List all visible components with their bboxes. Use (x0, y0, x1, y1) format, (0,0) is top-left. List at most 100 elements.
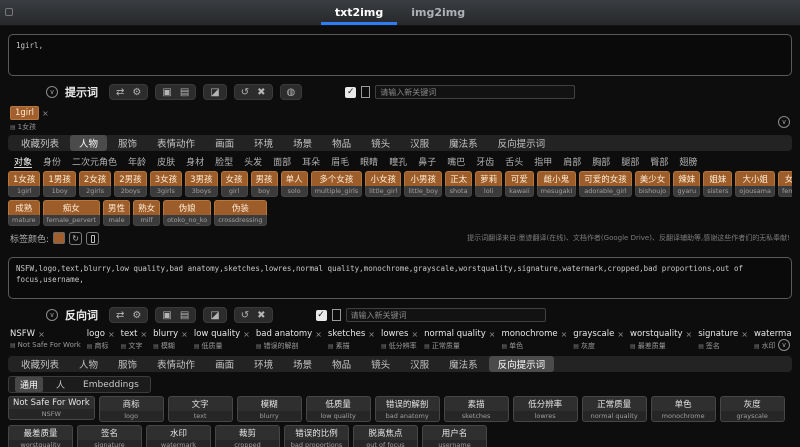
negative-chip-text[interactable]: worstquality (630, 329, 683, 339)
prompt-tag-button[interactable]: 伪装 crossdressing (214, 200, 267, 226)
prompt-tag-button[interactable]: 女孩 girl (220, 171, 248, 197)
category-tab[interactable]: 汉服 (401, 356, 438, 372)
category-tab[interactable]: 服饰 (109, 356, 146, 372)
mode-tab[interactable]: txt2img (320, 0, 398, 25)
copy-icon[interactable]: ▣ (162, 310, 171, 321)
negative-tag-button[interactable]: 低质量 low quality (305, 396, 371, 422)
negative-tag-button[interactable]: 裁剪 cropped (215, 425, 280, 447)
prompt-tag-button[interactable]: 女性 female (778, 171, 792, 197)
negative-chip-text[interactable]: signature (698, 329, 738, 339)
collapse-chips-icon[interactable]: ∨ (778, 339, 790, 351)
subcategory-link[interactable]: 面部 (273, 155, 291, 168)
subcategory-link[interactable]: 牙齿 (476, 155, 494, 168)
category-tab[interactable]: 表情动作 (148, 135, 204, 151)
settings-icon[interactable]: ⚙ (132, 87, 141, 98)
category-tab[interactable]: 反向提示词 (488, 356, 555, 372)
subcategory-link[interactable]: 耳朵 (302, 155, 320, 168)
prompt-tag-button[interactable]: 美少女 bishoujo (634, 171, 671, 197)
prompt-tag-button[interactable]: 3女孩 3girls (149, 171, 183, 197)
subcategory-link[interactable]: 对象 (14, 155, 33, 168)
remove-chip-icon[interactable]: × (686, 330, 693, 339)
subcategory-link[interactable]: 嘴巴 (447, 155, 465, 168)
prompt-tag-button[interactable]: 1女孩 1girl (8, 171, 41, 197)
prompt-tag-button[interactable]: 熟女 milf (133, 200, 161, 226)
category-tab[interactable]: 服饰 (109, 135, 146, 151)
negative-tag-button[interactable]: 单色 monochrome (650, 396, 716, 422)
category-tab[interactable]: 反向提示词 (489, 135, 555, 151)
notes-icon[interactable]: ▤ (180, 87, 189, 98)
prompt-tag-button[interactable]: 可爱的女孩 adorable_girl (579, 171, 632, 197)
secondary-checkbox[interactable] (361, 86, 371, 98)
negative-tag-button[interactable]: 商标 logo (98, 396, 164, 422)
negative-tag-button[interactable]: 灰度 grayscale (719, 396, 785, 422)
prompt-textarea[interactable]: 1girl, (8, 34, 792, 76)
negative-chip-text[interactable]: blurry (153, 329, 178, 339)
category-tab[interactable]: 画面 (206, 135, 243, 151)
prompt-tag-button[interactable]: 小男孩 little_boy (404, 171, 443, 197)
prompt-tag-button[interactable]: 单人 solo (280, 171, 308, 197)
category-tab[interactable]: 人物 (70, 135, 108, 151)
subcategory-link[interactable]: 胸部 (592, 155, 610, 168)
remove-chip-icon[interactable]: × (741, 330, 748, 339)
negative-subtab[interactable]: 人 (51, 377, 70, 392)
subcategory-link[interactable]: 身份 (43, 155, 61, 168)
negative-chip-text[interactable]: NSFW (10, 329, 35, 339)
subcategory-link[interactable]: 指甲 (534, 155, 552, 168)
subcategory-link[interactable]: 瞳孔 (389, 155, 407, 168)
negative-tag-button[interactable]: 文字 text (167, 396, 233, 422)
remove-chip-icon[interactable]: × (368, 330, 375, 339)
remove-chip-icon[interactable]: × (489, 330, 496, 339)
category-tab[interactable]: 场景 (284, 135, 321, 151)
negative-tag-button[interactable]: 错误的解剖 bad anatomy (374, 396, 440, 422)
color-ball-icon[interactable]: ◍ (287, 87, 296, 98)
negative-tag-button[interactable]: 最差质量 worstquality (8, 425, 73, 447)
prompt-tag-button[interactable]: 小女孩 little_girl (365, 171, 402, 197)
prompt-tag-button[interactable]: 成熟 mature (8, 200, 40, 226)
new-keyword-input[interactable] (375, 85, 576, 99)
category-tab[interactable]: 汉服 (401, 135, 438, 151)
negative-tag-button[interactable]: 正常质量 normal quality (581, 396, 647, 422)
category-tab[interactable]: 物品 (323, 135, 360, 151)
negative-chip-text[interactable]: normal quality (424, 329, 486, 339)
collapse-chips-icon[interactable]: ∨ (778, 116, 790, 128)
translate-icon[interactable]: ⇄ (116, 87, 124, 98)
remove-chip-icon[interactable]: × (38, 330, 45, 339)
remove-chip-icon[interactable]: × (243, 330, 250, 339)
remove-chip-icon[interactable]: × (617, 330, 624, 339)
negative-tag-button[interactable]: 模糊 blurry (236, 396, 302, 422)
subcategory-link[interactable]: 肩部 (563, 155, 581, 168)
prompt-chip-text[interactable]: 1girl (10, 106, 40, 120)
gallery-icon[interactable]: ◪ (210, 310, 219, 321)
category-tab[interactable]: 魔法系 (440, 135, 487, 151)
collapse-prompt-icon[interactable]: ∨ (46, 86, 58, 98)
remove-chip-icon[interactable]: × (561, 330, 568, 339)
category-tab[interactable]: 画面 (206, 356, 243, 372)
category-tab[interactable]: 镜头 (362, 135, 399, 151)
remove-chip-icon[interactable]: × (140, 330, 147, 339)
prompt-tag-button[interactable]: 正太 shota (445, 171, 473, 197)
auto-translate-checkbox[interactable]: ✓ (345, 86, 357, 98)
remove-chip-icon[interactable]: × (315, 330, 322, 339)
remove-chip-icon[interactable]: × (411, 330, 418, 339)
tag-color-swatch[interactable] (53, 232, 66, 244)
negative-tag-button[interactable]: 素描 sketches (443, 396, 509, 422)
prompt-tag-button[interactable]: 多个女孩 multiple_girls (310, 171, 363, 197)
collapse-negative-icon[interactable]: ∨ (46, 309, 58, 321)
negative-tag-button[interactable]: 签名 signature (77, 425, 142, 447)
negative-chip-text[interactable]: logo (87, 329, 105, 339)
negative-chip-text[interactable]: bad anatomy (256, 329, 312, 339)
remove-chip-icon[interactable]: × (181, 330, 188, 339)
secondary-checkbox[interactable] (331, 309, 341, 321)
color-reset-icon[interactable]: ↻ (69, 231, 83, 245)
negative-chip-text[interactable]: watermark (754, 329, 792, 339)
category-tab[interactable]: 魔法系 (440, 356, 487, 372)
subcategory-link[interactable]: 身材 (186, 155, 204, 168)
category-tab[interactable]: 收藏列表 (12, 356, 68, 372)
subcategory-link[interactable]: 皮肤 (157, 155, 175, 168)
subcategory-link[interactable]: 舌头 (505, 155, 523, 168)
history-icon[interactable]: ↺ (241, 310, 249, 321)
prompt-tag-button[interactable]: 3男孩 3boys (185, 171, 218, 197)
prompt-tag-button[interactable]: 2男孩 2boys (114, 171, 147, 197)
category-tab[interactable]: 环境 (245, 356, 282, 372)
subcategory-link[interactable]: 二次元角色 (72, 155, 117, 168)
